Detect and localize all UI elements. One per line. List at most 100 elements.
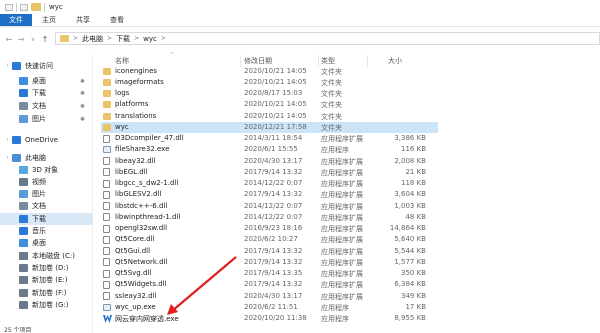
sidebar-item-label: 新加卷 (E:) <box>32 276 68 284</box>
file-row[interactable]: Qt5Network.dll 2017/9/14 13:32 应用程序扩展 1,577… <box>101 257 438 268</box>
expand-chevron-icon[interactable]: › <box>3 63 12 69</box>
sidebar-item-label: 图片 <box>32 115 46 123</box>
recent-locations-button[interactable]: ∨ <box>27 36 39 43</box>
file-name: platforms <box>115 100 149 109</box>
file-name: imageformats <box>115 77 164 86</box>
file-row[interactable]: libEGL.dll 2017/9/14 13:32 应用程序扩展 21 KB <box>101 167 438 178</box>
sidebar-item[interactable]: 本地磁盘 (C:) <box>0 250 93 262</box>
tab-file[interactable]: 文件 <box>0 14 32 26</box>
tab-view[interactable]: 查看 <box>100 14 134 26</box>
dll-file-icon <box>103 235 110 244</box>
sidebar-item[interactable]: 桌面 ✱ <box>0 75 93 87</box>
file-row[interactable]: translations 2020/10/21 14:05 文件夹 <box>101 111 438 122</box>
sidebar-item[interactable]: 桌面 <box>0 237 93 249</box>
file-row[interactable]: Qt5Core.dll 2020/6/2 10:27 应用程序扩展 5,640 KB <box>101 234 438 245</box>
sidebar-item[interactable]: 音乐 <box>0 225 93 237</box>
file-size: 2,008 KB <box>394 156 426 165</box>
file-size: 48 KB <box>405 212 426 221</box>
file-size: 8,955 KB <box>394 314 426 322</box>
expand-chevron-icon[interactable]: › <box>3 137 12 143</box>
computer-icon <box>12 154 21 162</box>
sidebar-item[interactable]: › 此电脑 <box>0 152 93 164</box>
file-row[interactable]: libgcc_s_dw2-1.dll 2014/12/22 0:07 应用程序扩展 1… <box>101 178 438 189</box>
file-size: 21 KB <box>405 167 426 176</box>
sidebar-item[interactable]: 新加卷 (D:) <box>0 262 93 274</box>
sidebar-item-label: OneDrive <box>25 136 58 144</box>
file-type: 应用程序扩展 <box>321 258 363 267</box>
file-size: 118 KB <box>401 179 426 187</box>
window-title: wyc <box>49 3 63 11</box>
sidebar-item[interactable]: 下载 ✱ <box>0 87 93 99</box>
file-modified-date: 2020/6/2 10:27 <box>244 235 298 244</box>
file-modified-date: 2020/6/1 15:55 <box>244 145 298 154</box>
back-button[interactable]: ← <box>3 35 15 44</box>
tab-home[interactable]: 主页 <box>32 14 66 26</box>
file-row[interactable]: libwinpthread-1.dll 2014/12/22 0:07 应用程序扩展… <box>101 212 438 223</box>
file-type: 文件夹 <box>321 78 342 87</box>
sidebar-item[interactable]: 文档 ✱ <box>0 100 93 112</box>
file-name: opengl32sw.dll <box>115 224 168 232</box>
file-modified-date: 2017/9/14 13:32 <box>244 190 303 199</box>
sidebar-item[interactable]: 下载 <box>0 213 93 225</box>
file-modified-date: 2014/12/22 0:07 <box>244 179 303 187</box>
file-modified-date: 2014/12/22 0:07 <box>244 212 303 221</box>
folder-icon[interactable] <box>31 3 41 11</box>
sidebar-item[interactable]: 新加卷 (F:) <box>0 287 93 299</box>
tab-share[interactable]: 共享 <box>66 14 100 26</box>
dll-file-icon <box>103 202 110 210</box>
sidebar-item[interactable]: 3D 对象 <box>0 164 93 176</box>
file-row[interactable]: opengl32sw.dll 2016/9/23 18:16 应用程序扩展 14,86… <box>101 223 438 234</box>
sidebar-item-label: 下载 <box>32 215 46 223</box>
file-row[interactable]: libGLESV2.dll 2017/9/14 13:32 应用程序扩展 3,604 … <box>101 189 438 200</box>
file-row[interactable]: libstdc++-6.dll 2014/12/22 0:07 应用程序扩展 1,00… <box>101 201 438 212</box>
file-row[interactable]: Qt5Gui.dll 2017/9/14 13:32 应用程序扩展 5,544 KB <box>101 246 438 257</box>
file-modified-date: 2020/6/2 11:51 <box>244 302 298 311</box>
file-row[interactable]: libeay32.dll 2020/4/30 13:17 应用程序扩展 2,008 K… <box>101 156 438 167</box>
file-row[interactable]: iconengines 2020/10/21 14:05 文件夹 <box>101 66 438 77</box>
file-size: 5,544 KB <box>394 246 426 255</box>
file-type: 应用程序扩展 <box>321 180 363 188</box>
file-row[interactable]: wyc 2020/12/21 17:58 文件夹 <box>101 121 438 133</box>
file-row[interactable]: fileShare32.exe 2020/6/1 15:55 应用程序 116 KB <box>101 144 438 155</box>
toolbar-divider <box>16 2 17 12</box>
file-type: 应用程序 <box>321 146 349 155</box>
file-modified-date: 2014/3/11 18:54 <box>244 134 303 142</box>
file-row[interactable]: ssleay32.dll 2020/4/30 13:17 应用程序扩展 349 KB <box>101 291 438 302</box>
file-row[interactable]: platforms 2020/10/21 14:05 文件夹 <box>101 99 438 110</box>
sidebar-item[interactable]: 新加卷 (E:) <box>0 274 93 286</box>
sidebar-item[interactable]: 图片 ✱ <box>0 113 93 125</box>
sidebar-item[interactable]: › OneDrive <box>0 134 93 146</box>
properties-icon[interactable] <box>5 3 13 11</box>
dll-file-icon <box>103 134 110 143</box>
forward-button[interactable]: → <box>15 35 27 44</box>
sidebar-item[interactable]: 文档 <box>0 200 93 212</box>
file-modified-date: 2017/9/14 13:35 <box>244 269 303 277</box>
file-row[interactable]: Qt5Svg.dll 2017/9/14 13:35 应用程序扩展 350 KB <box>101 268 438 279</box>
file-row[interactable]: wyc_up.exe 2020/6/2 11:51 应用程序 17 KB <box>101 302 438 313</box>
file-type: 应用程序扩展 <box>321 157 363 166</box>
file-name: logs <box>115 89 130 97</box>
file-type: 应用程序扩展 <box>321 213 363 222</box>
breadcrumb-this-pc[interactable]: 此电脑 <box>82 34 103 44</box>
file-row[interactable]: D3Dcompiler_47.dll 2014/3/11 18:54 应用程序扩展 3… <box>101 133 438 144</box>
address-bar[interactable]: > 此电脑 > 下载 > wyc > <box>55 32 600 45</box>
file-row[interactable]: imageformats 2020/10/21 14:05 文件夹 <box>101 77 438 88</box>
file-size: 116 KB <box>401 145 426 154</box>
sidebar-item[interactable]: 图片 <box>0 188 93 200</box>
file-name: Qt5Gui.dll <box>115 246 151 255</box>
file-name: Qt5Widgets.dll <box>115 280 167 289</box>
file-row[interactable]: logs 2020/8/17 15:03 文件夹 <box>101 88 438 99</box>
breadcrumb-downloads[interactable]: 下载 <box>116 34 130 44</box>
dll-file-icon <box>103 269 110 278</box>
checkbox-icon[interactable] <box>20 3 28 11</box>
navigation-bar: ← → ∨ ↑ > 此电脑 > 下载 > wyc > <box>0 30 600 48</box>
documents-icon <box>19 102 28 110</box>
sidebar-item[interactable]: › 快速访问 <box>0 60 93 72</box>
sidebar-item[interactable]: 视频 <box>0 176 93 188</box>
sidebar-item[interactable]: 新加卷 (G:) <box>0 299 93 311</box>
expand-chevron-icon[interactable]: › <box>3 155 12 161</box>
breadcrumb-wyc[interactable]: wyc <box>143 35 157 43</box>
file-row[interactable]: Qt5Widgets.dll 2017/9/14 13:32 应用程序扩展 6,384… <box>101 279 438 290</box>
file-row[interactable]: 网云穿内网穿透.exe 2020/10/20 11:38 应用程序 8,955 KB <box>101 313 438 324</box>
up-button[interactable]: ↑ <box>39 35 51 44</box>
